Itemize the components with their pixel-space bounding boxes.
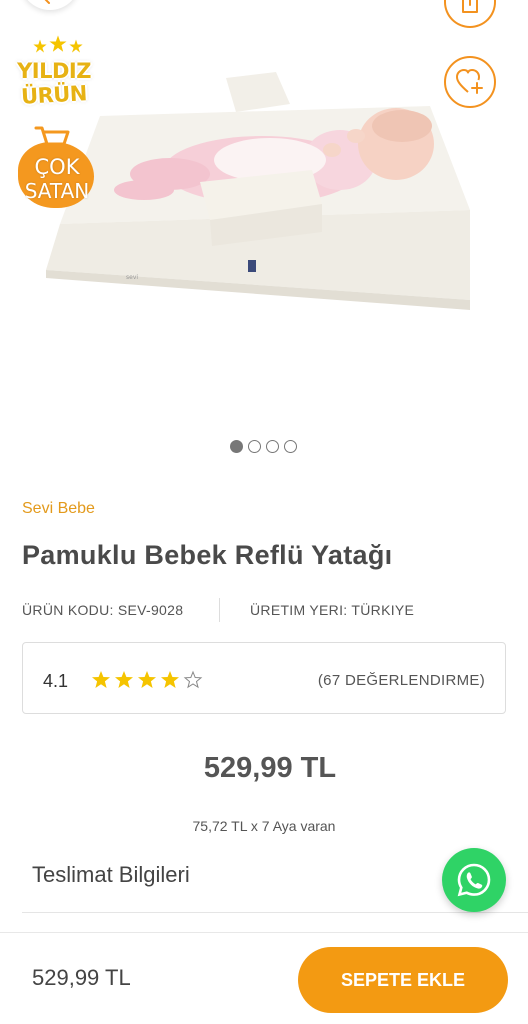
badge-star-line2: ÜRÜN	[20, 81, 88, 109]
rating-count[interactable]: (67 DEĞERLENDIRME)	[318, 672, 485, 689]
star-icon	[92, 671, 110, 688]
rating-stars	[91, 670, 203, 689]
product-code: ÜRÜN KODU: SEV-9028	[22, 602, 184, 618]
meta-divider	[219, 598, 220, 622]
product-gallery[interactable]: sevi YILDIZ ÜRÜN ÇOK SATAN	[0, 0, 528, 470]
gallery-dot-1[interactable]	[230, 440, 243, 453]
mattress-tag: sevi	[126, 274, 138, 281]
back-arrow-icon	[44, 0, 50, 4]
delivery-info-heading[interactable]: Teslimat Bilgileri	[32, 862, 190, 888]
star-icon	[115, 671, 133, 688]
brand-link[interactable]: Sevi Bebe	[22, 500, 95, 518]
star-product-badge: YILDIZ ÜRÜN	[8, 34, 100, 120]
add-to-cart-button[interactable]: SEPETE EKLE	[298, 947, 508, 1013]
rating-value: 4.1	[43, 671, 69, 691]
product-price: 529,99 TL	[203, 752, 337, 784]
product-image: sevi	[46, 72, 470, 310]
rating-summary[interactable]: 4.1 (67 DEĞERLENDIRME)	[22, 642, 506, 714]
bottom-price: 529,99 TL	[32, 965, 131, 990]
badge-star-line1: YILDIZ	[17, 59, 91, 83]
product-title: Pamuklu Bebek Reflü Yatağı	[22, 540, 393, 570]
product-origin: ÜRETIM YERI: TÜRKIYE	[250, 602, 415, 618]
badge-sale-line1: ÇOK	[34, 155, 80, 179]
star-icon	[138, 671, 156, 688]
star-outline-icon	[183, 670, 203, 689]
star-icon	[161, 671, 179, 688]
gallery-dot-3[interactable]	[266, 440, 279, 453]
gallery-dot-2[interactable]	[248, 440, 261, 453]
best-seller-badge: ÇOK SATAN	[12, 124, 102, 214]
whatsapp-button[interactable]	[442, 848, 506, 912]
installment-info: 75,72 TL x 7 Aya varan	[192, 818, 336, 834]
gallery-dot-4[interactable]	[284, 440, 297, 453]
share-icon	[462, 0, 478, 13]
badge-stars-icon	[30, 34, 86, 56]
divider	[22, 912, 528, 913]
share-button[interactable]	[444, 0, 496, 28]
cart-icon	[34, 126, 70, 154]
badge-sale-line2: SATAN	[24, 179, 90, 203]
bottom-purchase-bar: 529,99 TL SEPETE EKLE	[0, 932, 528, 1024]
back-button[interactable]	[20, 0, 80, 10]
gallery-pagination	[230, 440, 300, 454]
whatsapp-icon	[457, 863, 491, 897]
